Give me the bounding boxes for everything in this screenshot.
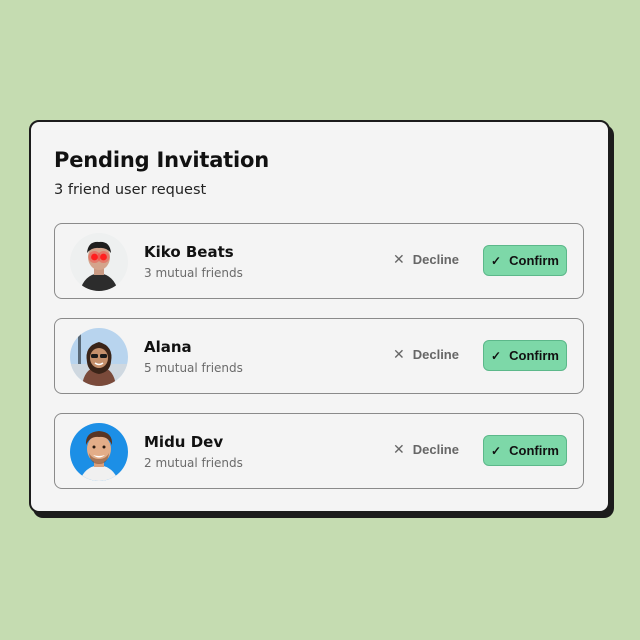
decline-label: Decline xyxy=(412,347,459,362)
mutual-friends-count: 3 mutual friends xyxy=(144,266,243,280)
friend-name: Alana xyxy=(144,338,192,356)
check-icon: ✓ xyxy=(491,348,502,363)
confirm-button[interactable]: ✓ Confirm xyxy=(483,340,567,371)
mutual-friends-count: 5 mutual friends xyxy=(144,361,243,375)
decline-button[interactable]: ✕ Decline xyxy=(393,441,459,458)
close-icon: ✕ xyxy=(393,441,405,457)
confirm-button[interactable]: ✓ Confirm xyxy=(483,435,567,466)
confirm-label: Confirm xyxy=(509,348,559,363)
mutual-friends-count: 2 mutual friends xyxy=(144,456,243,470)
decline-button[interactable]: ✕ Decline xyxy=(393,346,459,363)
request-list: Kiko Beats 3 mutual friends ✕ Decline ✓ … xyxy=(54,223,584,489)
decline-label: Decline xyxy=(412,252,459,267)
invitation-card: Pending Invitation 3 friend user request… xyxy=(29,120,610,513)
request-row: Midu Dev 2 mutual friends ✕ Decline ✓ Co… xyxy=(54,413,584,489)
confirm-button[interactable]: ✓ Confirm xyxy=(483,245,567,276)
page-subtitle: 3 friend user request xyxy=(54,182,207,198)
avatar xyxy=(70,328,128,386)
request-row: Alana 5 mutual friends ✕ Decline ✓ Confi… xyxy=(54,318,584,394)
decline-button[interactable]: ✕ Decline xyxy=(393,251,459,268)
avatar xyxy=(70,233,128,291)
confirm-label: Confirm xyxy=(509,253,559,268)
friend-name: Midu Dev xyxy=(144,433,224,451)
page-title: Pending Invitation xyxy=(54,148,269,172)
close-icon: ✕ xyxy=(393,251,405,267)
decline-label: Decline xyxy=(412,442,459,457)
check-icon: ✓ xyxy=(491,443,502,458)
check-icon: ✓ xyxy=(491,253,502,268)
close-icon: ✕ xyxy=(393,346,405,362)
request-row: Kiko Beats 3 mutual friends ✕ Decline ✓ … xyxy=(54,223,584,299)
confirm-label: Confirm xyxy=(509,443,559,458)
friend-name: Kiko Beats xyxy=(144,243,234,261)
avatar xyxy=(70,423,128,481)
